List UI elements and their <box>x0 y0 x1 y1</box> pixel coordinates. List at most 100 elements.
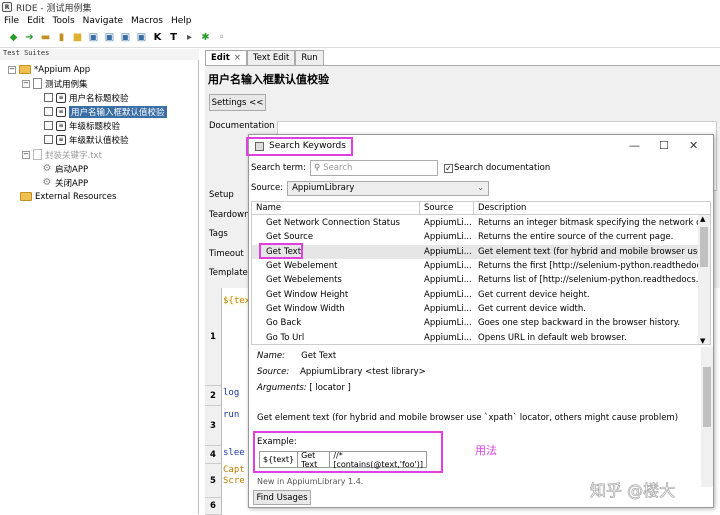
settings-toggle-button[interactable]: Settings << <box>209 94 266 111</box>
step-cell[interactable]: slee <box>223 448 245 458</box>
tree-node-keyword[interactable]: ⚙ 关闭APP <box>42 176 89 189</box>
step-cell[interactable]: run <box>223 410 239 420</box>
detail-name: Name: Get Text <box>257 351 337 361</box>
tree-node-test-suite[interactable]: − 测试用例集 <box>22 77 88 90</box>
detail-footer: New in AppiumLibrary 1.4. <box>257 477 364 486</box>
new-suite-icon[interactable]: ■ <box>70 30 85 45</box>
folder-icon <box>19 65 31 74</box>
menu-edit[interactable]: Edit <box>27 16 44 26</box>
editor-tabs: Edit × Text Edit Run <box>205 50 324 65</box>
tree-node-keyword[interactable]: ⚙ 启动APP <box>42 162 89 175</box>
search-input[interactable]: ⚲ Search <box>309 160 438 176</box>
row-number[interactable]: 3 <box>205 406 222 446</box>
detail-scrollbar[interactable] <box>701 347 713 487</box>
chevron-down-icon: ⌄ <box>476 183 485 193</box>
close-icon[interactable]: ✕ <box>689 139 698 152</box>
collapse-icon[interactable]: − <box>22 150 30 159</box>
keyword-row[interactable]: Get Source AppiumLi... Returns the entire … <box>252 230 698 244</box>
tree-node-appium-app[interactable]: − *Appium App <box>8 63 90 76</box>
keyword-icon[interactable]: ▣ <box>118 30 133 45</box>
detail-description: Get element text (for hybrid and mobile … <box>257 413 679 423</box>
search-documentation-option[interactable]: ✓ Search documentation <box>443 163 550 173</box>
open-icon[interactable]: ➔ <box>22 30 37 45</box>
testcase-checkbox[interactable] <box>44 107 53 116</box>
tab-run[interactable]: Run <box>295 50 324 65</box>
tree-node-external-resources[interactable]: External Resources <box>20 190 116 203</box>
close-tab-icon[interactable]: × <box>234 53 241 63</box>
row-number[interactable]: 6 <box>205 498 222 515</box>
timeout-label: Timeout <box>209 249 244 259</box>
row-number[interactable]: 2 <box>205 386 222 406</box>
menu-tools[interactable]: Tools <box>53 16 75 26</box>
scroll-up-icon[interactable]: ▲ <box>700 215 705 223</box>
tree-node-testcase[interactable]: ≡ 用户名标题校验 <box>44 91 129 104</box>
keyword-row[interactable]: Get Window Height AppiumLi... Get current … <box>252 288 698 302</box>
source-row: Source: AppiumLibrary ⌄ <box>251 180 490 196</box>
keyword-table-scrollbar[interactable]: ▲ ▼ <box>698 215 710 344</box>
menu-file[interactable]: File <box>4 16 19 26</box>
column-source[interactable]: Source <box>420 202 474 214</box>
menu-help[interactable]: Help <box>171 16 192 26</box>
step-cell[interactable]: Capt <box>223 465 245 475</box>
detail-arguments: Arguments: [ locator ] <box>257 383 351 393</box>
toolbar: ◆ ➔ ▬ ▮ ■ ▣ ▣ ▣ ▣ K T ▸ ✱ ◦ <box>0 28 720 48</box>
setup-label: Setup <box>209 190 234 200</box>
tab-text-edit[interactable]: Text Edit <box>247 50 296 65</box>
window-title: RIDE - 测试用例集 <box>16 3 92 14</box>
keyword-row[interactable]: Get Webelements AppiumLi... Returns list o… <box>252 273 698 287</box>
keyword-row[interactable]: Go To Url AppiumLi... Opens URL in default… <box>252 330 698 344</box>
search-documentation-checkbox[interactable]: ✓ <box>443 163 453 173</box>
keyword-row-selected[interactable]: Get Text AppiumLi... Get element text (for… <box>252 244 698 259</box>
testcase-checkbox[interactable] <box>44 121 53 130</box>
collapse-icon[interactable]: − <box>8 65 16 74</box>
row-number[interactable]: 1 <box>205 288 222 386</box>
menu-macros[interactable]: Macros <box>131 16 163 26</box>
tree-node-testcase[interactable]: ≡ 年级默认值校验 <box>44 133 129 146</box>
keyword-k-icon[interactable]: K <box>150 30 165 45</box>
testcase-checkbox[interactable] <box>44 93 53 102</box>
collapse-icon[interactable]: − <box>22 79 30 88</box>
new-resource-icon[interactable]: ▣ <box>134 30 149 45</box>
step-cell[interactable]: ${tex <box>223 296 251 306</box>
step-cell[interactable]: log <box>223 388 239 398</box>
keyword-row[interactable]: Go Back AppiumLi... Goes one step backward… <box>252 316 698 330</box>
keyword-row[interactable]: Get Network Connection Status AppiumLi...… <box>252 216 698 230</box>
step-cell[interactable]: Scre <box>223 476 245 486</box>
maximize-icon[interactable]: ☐ <box>659 139 669 152</box>
row-number[interactable]: 4 <box>205 446 222 464</box>
menu-navigate[interactable]: Navigate <box>83 16 123 26</box>
save-icon[interactable]: ▬ <box>38 30 53 45</box>
open-folder-icon[interactable]: ◆ <box>6 30 21 45</box>
column-description[interactable]: Description <box>474 202 710 214</box>
find-usages-button[interactable]: Find Usages <box>253 490 311 505</box>
tab-edit[interactable]: Edit × <box>205 50 247 65</box>
stop-icon[interactable]: ✱ <box>198 30 213 45</box>
testcase-icon: ≡ <box>56 134 66 145</box>
file-icon <box>33 149 42 160</box>
row-number[interactable]: 5 <box>205 464 222 498</box>
gear-icon: ⚙ <box>42 177 52 188</box>
keyword-row[interactable]: Get Window Width AppiumLi... Get current d… <box>252 302 698 316</box>
source-dropdown[interactable]: AppiumLibrary ⌄ <box>287 180 490 196</box>
settings-icon[interactable]: ◦ <box>214 30 229 45</box>
test-t-icon[interactable]: T <box>166 30 181 45</box>
testcase-icon: ≡ <box>56 92 66 103</box>
tree-node-testcase-selected[interactable]: ≡ 用户名输入框默认值校验 <box>44 105 167 118</box>
keyword-row[interactable]: Get Webelement AppiumLi... Returns the fir… <box>252 259 698 273</box>
title-bar: R RIDE - 测试用例集 <box>0 0 720 14</box>
minimize-icon[interactable]: — <box>629 139 640 152</box>
testcase-checkbox[interactable] <box>44 135 53 144</box>
keyword-table-header: Name Source Description <box>252 202 710 215</box>
search-icon: ⚲ <box>313 163 321 173</box>
new-keyword-icon[interactable]: ▣ <box>102 30 117 45</box>
new-test-icon[interactable]: ▣ <box>86 30 101 45</box>
testcase-title: 用户名输入框默认值校验 <box>208 73 329 86</box>
scroll-thumb[interactable] <box>700 227 708 267</box>
scroll-down-icon[interactable]: ▼ <box>700 337 705 344</box>
column-name[interactable]: Name <box>252 202 420 214</box>
scroll-thumb[interactable] <box>703 367 711 427</box>
tree-node-testcase[interactable]: ≡ 年级标题校验 <box>44 119 120 132</box>
tree-node-resource-file[interactable]: − 封装关键字.txt <box>22 148 102 161</box>
run-icon[interactable]: ▸ <box>182 30 197 45</box>
save-all-icon[interactable]: ▮ <box>54 30 69 45</box>
